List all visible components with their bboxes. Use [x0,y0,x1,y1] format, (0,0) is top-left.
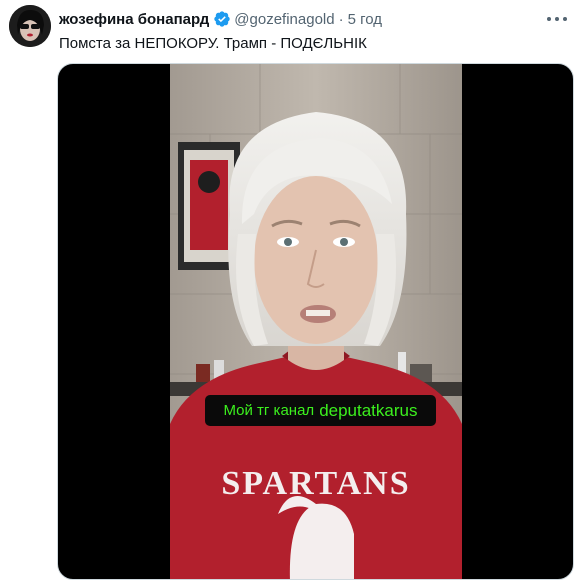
caption-prefix: Мой тг канал [223,402,315,419]
tweet-text: Помста за НЕПОКОРУ. Трамп - ПОДЄЛЬНІК [59,35,367,52]
timestamp[interactable]: 5 год [348,11,382,28]
caption-channel: deputatkarus [319,400,418,420]
author-handle[interactable]: @gozefinagold [234,11,334,28]
tweet[interactable]: жозефина бонапард @gozefinagold · 5 год … [0,0,579,587]
video-frame[interactable]: SPARTANS [170,64,462,579]
media-video[interactable]: SPARTANS Мой тг канал deputatkarus [57,63,574,580]
avatar[interactable] [9,5,51,47]
more-icon[interactable] [547,10,567,28]
shirt-text: SPARTANS [221,465,410,502]
video-caption: Мой тг канал deputatkarus [205,395,436,426]
tweet-header: жозефина бонапард @gozefinagold · 5 год [59,9,382,29]
verified-icon [213,10,231,28]
separator-dot: · [338,10,344,28]
author-name[interactable]: жозефина бонапард [59,11,209,28]
